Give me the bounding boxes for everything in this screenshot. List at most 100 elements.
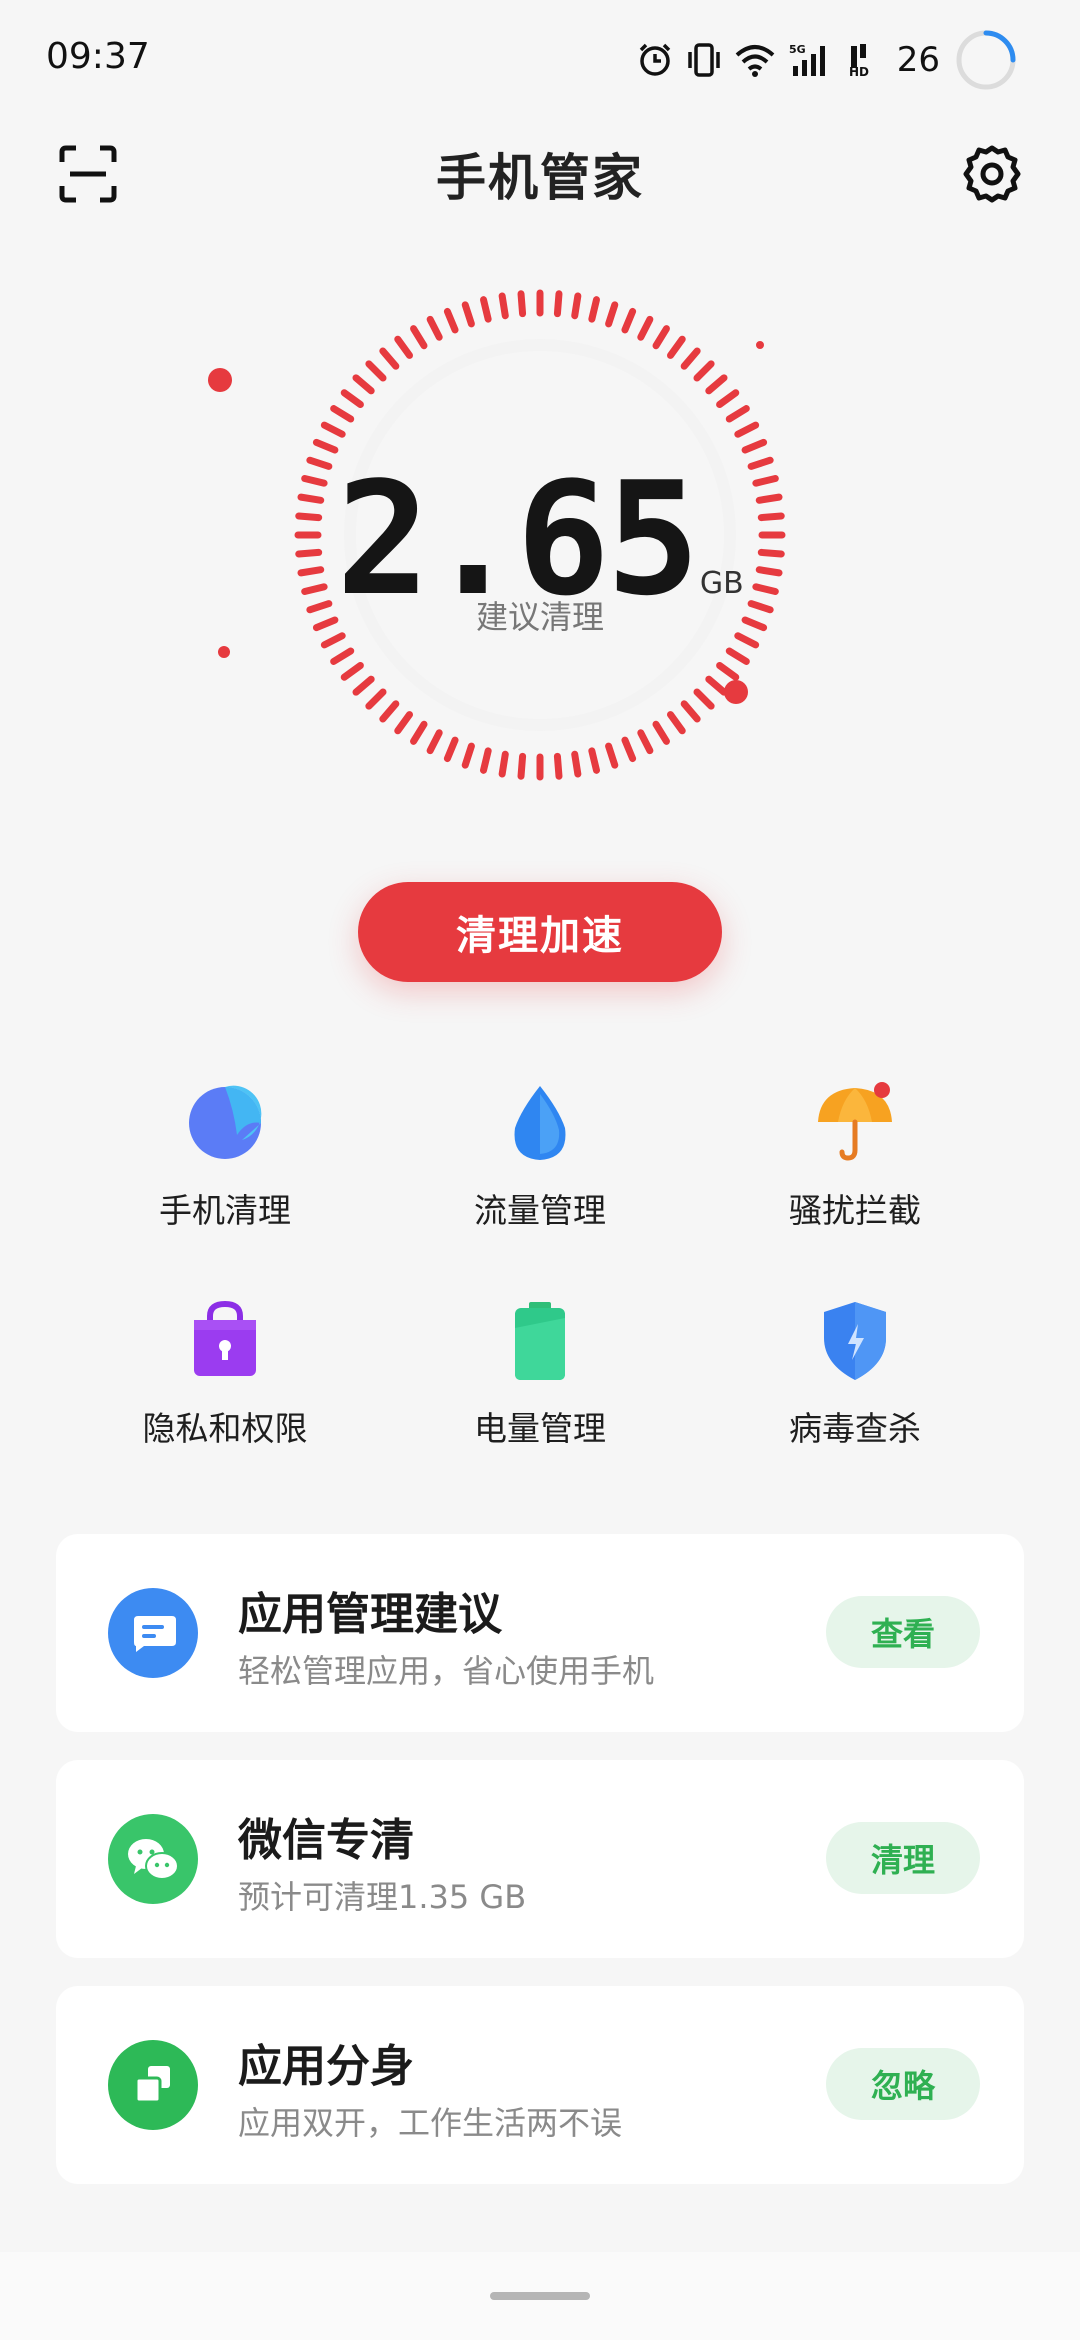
gauge-tick — [426, 729, 443, 755]
gauge-tick — [553, 752, 563, 780]
card-subtitle: 应用双开，工作生活两不误 — [238, 2104, 623, 2142]
gear-icon[interactable] — [960, 142, 1024, 206]
card-subtitle: 轻松管理应用，省心使用手机 — [238, 1652, 655, 1690]
storage-gauge[interactable]: 2.65 GB 建议清理 — [180, 270, 900, 830]
vibrate-icon — [687, 43, 720, 77]
feature-label: 隐私和权限 — [142, 1409, 308, 1448]
gauge-tick — [410, 325, 428, 350]
page-title: 手机管家 — [436, 149, 644, 207]
gauge-tick — [553, 290, 563, 318]
clean-button[interactable]: 清理 — [826, 1822, 980, 1894]
gauge-tick — [621, 736, 637, 763]
gauge-tick — [571, 750, 582, 778]
decor-dot — [756, 341, 764, 349]
gauge-tick — [365, 360, 387, 382]
wifi-icon — [735, 45, 775, 77]
battery-icon — [515, 1302, 565, 1380]
navigation-bar — [0, 2252, 1080, 2340]
gauge-tick — [652, 325, 670, 350]
gauge-tick — [637, 315, 654, 341]
clean-accelerate-button[interactable]: 清理加速 — [358, 882, 722, 982]
gauge-tick — [680, 347, 701, 370]
card-title: 应用管理建议 — [238, 1589, 502, 1640]
gauge-tick — [588, 747, 600, 774]
card-app-clone[interactable]: 应用分身 应用双开，工作生活两不误 忽略 — [56, 1986, 1024, 2184]
card-title: 微信专清 — [238, 1815, 414, 1866]
gauge-tick — [330, 405, 355, 423]
gauge-tick — [480, 296, 492, 323]
decor-dot — [724, 680, 748, 704]
feature-battery[interactable]: 电量管理 — [420, 1298, 660, 1468]
gauge-tick — [621, 307, 637, 334]
gauge-tick — [666, 711, 686, 735]
gauge-tick — [705, 675, 728, 696]
feature-phone-clean[interactable]: 手机清理 — [105, 1080, 345, 1250]
gauge-tick — [725, 405, 750, 423]
chat-message-icon — [108, 1588, 198, 1678]
gauge-tick — [340, 389, 364, 409]
hd-icon: HD — [849, 44, 869, 78]
gauge-tick — [588, 296, 600, 323]
gauge-tick — [340, 661, 364, 681]
gauge-tick — [705, 374, 728, 395]
feature-harass-block[interactable]: 骚扰拦截 — [735, 1080, 975, 1250]
gauge-tick — [605, 301, 619, 328]
feature-virus-scan[interactable]: 病毒查杀 — [735, 1298, 975, 1468]
gauge-tick — [365, 688, 387, 710]
svg-text:HD: HD — [849, 65, 869, 78]
5g-signal-icon: 5G — [789, 43, 825, 76]
title-bar: 手机管家 — [0, 120, 1080, 230]
gauge-tick — [666, 335, 686, 359]
gauge-tick — [426, 315, 443, 341]
gauge-tick — [517, 290, 527, 318]
battery-ring-icon — [956, 30, 1016, 90]
gauge-tick — [605, 742, 619, 769]
app-clone-icon — [108, 2040, 198, 2130]
feature-label: 骚扰拦截 — [789, 1191, 921, 1230]
feature-label: 手机清理 — [159, 1191, 291, 1230]
gauge-tick — [652, 720, 670, 745]
gauge-tick — [716, 661, 740, 681]
feature-label: 电量管理 — [474, 1409, 606, 1448]
gauge-tick — [517, 752, 527, 780]
gauge-tick — [379, 700, 400, 723]
gauge-tick — [480, 747, 492, 774]
gauge-tick — [352, 675, 375, 696]
gauge-tick — [410, 720, 428, 745]
view-button[interactable]: 查看 — [826, 1596, 980, 1668]
gauge-tick — [443, 736, 459, 763]
gauge-tick — [461, 301, 475, 328]
card-title: 应用分身 — [238, 2041, 414, 2092]
gauge-tick — [571, 292, 582, 320]
gauge-label: 建议清理 — [475, 598, 604, 636]
gauge-tick — [379, 347, 400, 370]
data-drop-icon — [514, 1086, 566, 1160]
card-app-management[interactable]: 应用管理建议 轻松管理应用，省心使用手机 查看 — [56, 1534, 1024, 1732]
gauge-tick — [352, 374, 375, 395]
gauge-tick — [461, 742, 475, 769]
gauge-tick — [734, 421, 760, 438]
feature-privacy[interactable]: 隐私和权限 — [105, 1298, 345, 1468]
decor-dot — [208, 368, 232, 392]
card-wechat-clean[interactable]: 微信专清 预计可清理1.35 GB 清理 — [56, 1760, 1024, 1958]
gauge-tick — [693, 688, 715, 710]
wechat-icon — [108, 1814, 198, 1904]
umbrella-icon — [818, 1082, 892, 1161]
shield-icon — [824, 1302, 886, 1380]
gauge-tick — [443, 307, 459, 334]
gauge-tick — [680, 700, 701, 723]
home-gesture-handle[interactable] — [490, 2292, 590, 2300]
decor-dot — [218, 646, 230, 658]
status-bar: 09:37 5G HD 26 — [0, 0, 1080, 120]
card-subtitle: 预计可清理1.35 GB — [238, 1878, 527, 1916]
gauge-tick — [394, 335, 414, 359]
ignore-button[interactable]: 忽略 — [826, 2048, 980, 2120]
gauge-tick — [725, 647, 750, 665]
gauge-tick — [693, 360, 715, 382]
gauge-tick — [320, 421, 346, 438]
svg-text:5G: 5G — [789, 43, 806, 56]
feature-data-manage[interactable]: 流量管理 — [420, 1080, 660, 1250]
gauge-tick — [716, 389, 740, 409]
battery-level: 26 — [896, 40, 940, 80]
gauge-tick — [394, 711, 414, 735]
